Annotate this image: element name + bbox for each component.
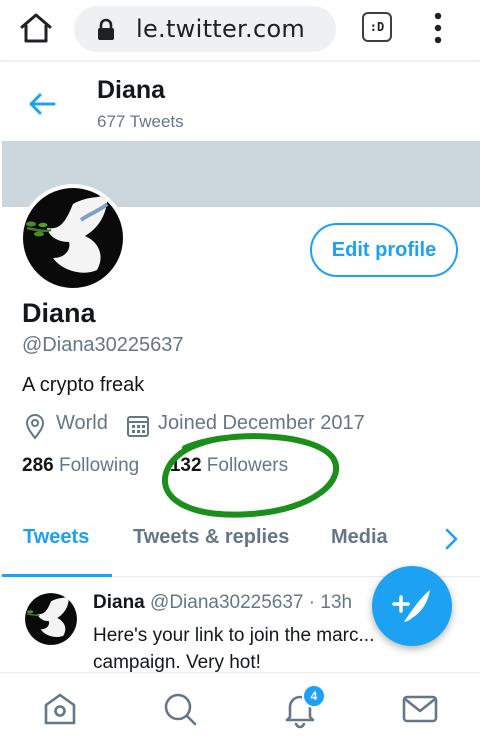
tweet-author-handle: @Diana30225637: [150, 592, 304, 613]
following-link[interactable]: 286 Following: [22, 455, 145, 476]
chevron-right-icon[interactable]: [440, 526, 462, 557]
tweet-avatar[interactable]: [23, 591, 79, 647]
tab-tweets[interactable]: Tweets: [23, 526, 89, 549]
nav-home-icon[interactable]: [40, 689, 80, 729]
tweet-time: 13h: [320, 592, 353, 613]
tab-media[interactable]: Media: [331, 526, 388, 549]
edit-profile-button[interactable]: Edit profile: [310, 223, 458, 277]
back-arrow-icon[interactable]: [26, 88, 58, 120]
profile-bio: A crypto freak: [22, 374, 145, 396]
browser-toolbar: le.twitter.com :D: [0, 0, 480, 60]
feather-plus-icon: [392, 590, 430, 622]
address-bar[interactable]: le.twitter.com: [74, 6, 336, 52]
avatar[interactable]: [19, 184, 127, 292]
url-text: le.twitter.com: [136, 15, 306, 43]
profile-top-bar: Diana 677 Tweets: [0, 70, 480, 140]
header-title: Diana: [97, 76, 166, 104]
following-label: Following: [58, 455, 140, 476]
notification-badge: 4: [302, 684, 326, 708]
lock-icon: [96, 18, 116, 47]
tab-tweets-replies[interactable]: Tweets & replies: [133, 526, 289, 549]
page: le.twitter.com :D Diana 677 Tweets Edit …: [0, 0, 480, 745]
tweet-separator: ·: [308, 592, 316, 613]
more-vert-icon[interactable]: [426, 12, 450, 44]
tweet-count: 677 Tweets: [97, 112, 184, 131]
profile-name: Diana: [22, 298, 96, 328]
compose-tweet-button[interactable]: [372, 566, 452, 646]
nav-messages-icon[interactable]: [400, 689, 440, 729]
profile-location: World: [56, 412, 108, 434]
tab-switcher-icon[interactable]: :D: [362, 12, 392, 42]
following-count: 286: [22, 455, 54, 476]
location-pin-icon: [24, 414, 46, 445]
nav-search-icon[interactable]: [160, 689, 200, 729]
bottom-navigation: [0, 672, 480, 745]
profile-handle: @Diana30225637: [22, 334, 184, 356]
calendar-icon: [126, 414, 150, 443]
tweet-author-name: Diana: [93, 592, 145, 613]
browser-home-icon[interactable]: [18, 10, 54, 46]
